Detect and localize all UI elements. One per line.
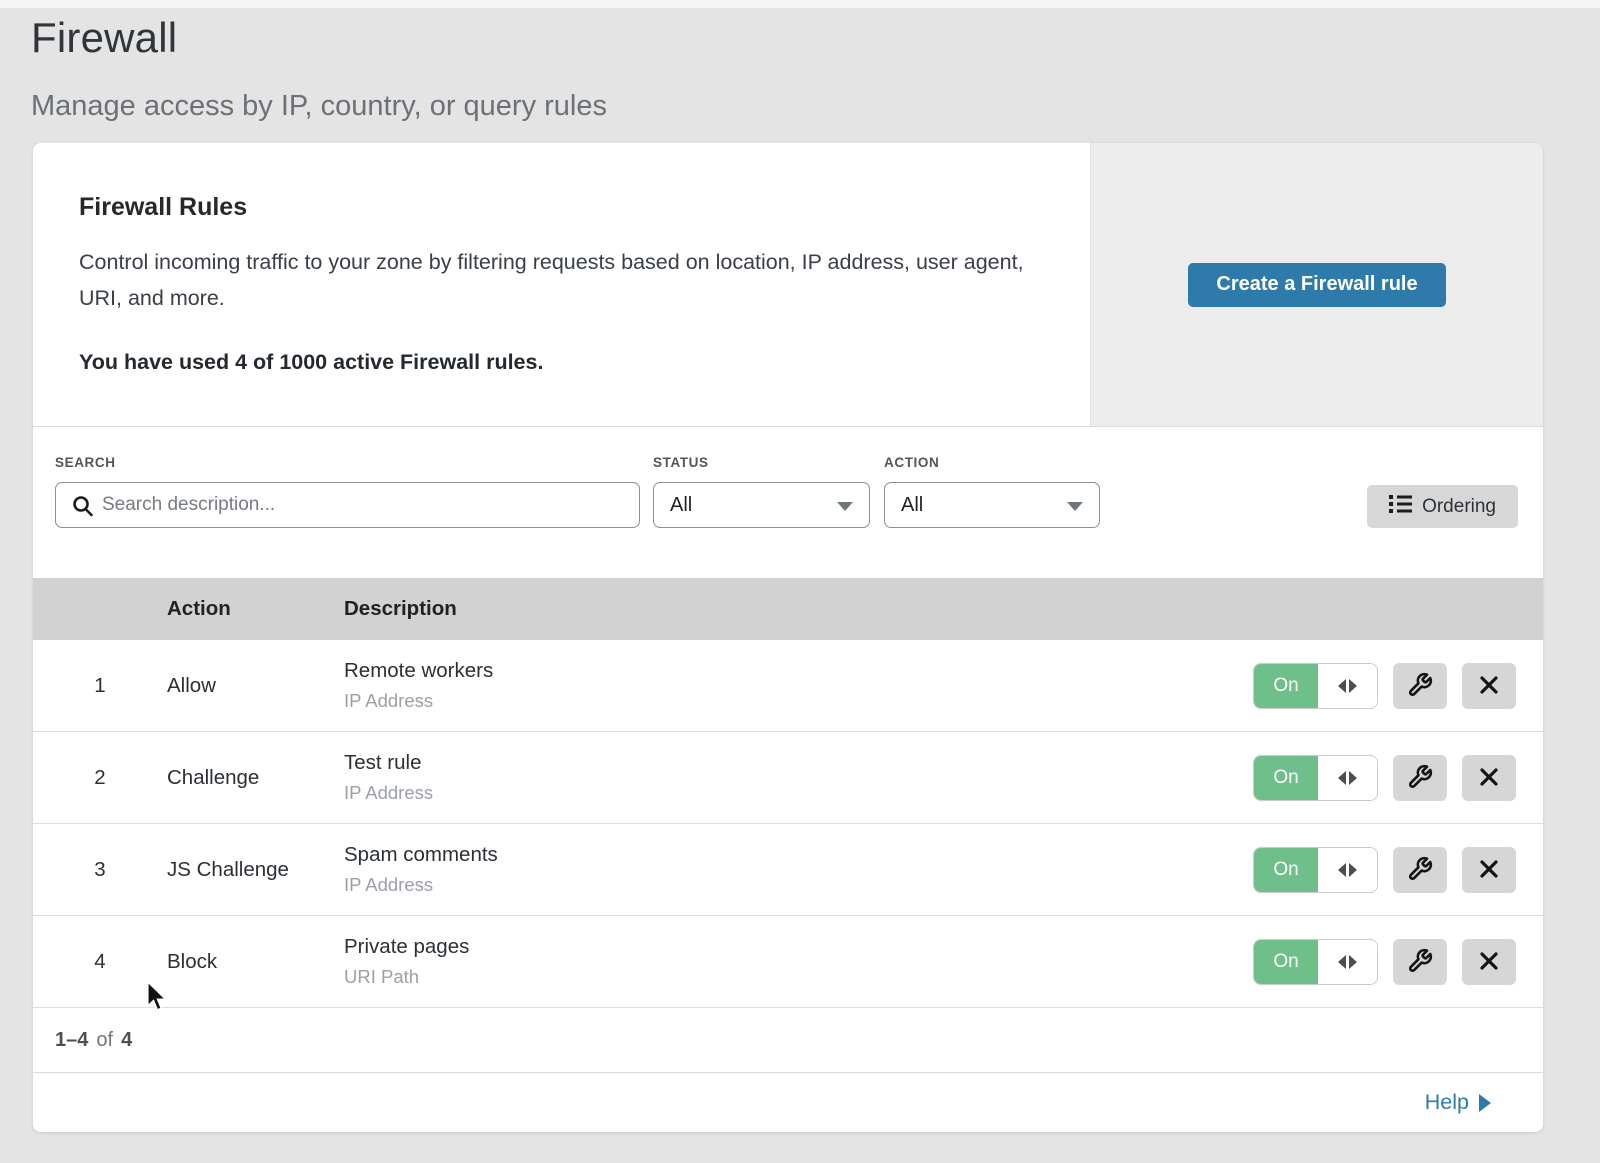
action-label: ACTION	[884, 455, 1100, 470]
wrench-icon	[1407, 764, 1433, 793]
pagination-of: of	[96, 1029, 113, 1052]
wrench-icon	[1407, 672, 1433, 701]
pagination-range: 1–4	[55, 1029, 88, 1052]
window-edge	[0, 0, 1600, 8]
page-title: Firewall	[31, 14, 1600, 62]
toggle-on-label: On	[1254, 664, 1318, 708]
toggle-on-label: On	[1254, 848, 1318, 892]
rule-priority: 3	[33, 858, 167, 882]
delete-rule-button[interactable]	[1462, 663, 1516, 709]
toggle-handle-icon[interactable]	[1318, 848, 1377, 892]
edit-rule-button[interactable]	[1393, 847, 1447, 893]
status-select[interactable]: All	[653, 482, 870, 528]
chevron-down-icon	[1067, 502, 1083, 511]
search-box[interactable]	[55, 482, 640, 528]
usage-summary: You have used 4 of 1000 active Firewall …	[79, 350, 1030, 375]
firewall-rules-panel: Firewall Rules Control incoming traffic …	[33, 143, 1543, 427]
help-link-label: Help	[1425, 1090, 1469, 1115]
panel-description-area: Firewall Rules Control incoming traffic …	[33, 143, 1090, 426]
close-icon	[1478, 858, 1500, 883]
toggle-on-label: On	[1254, 940, 1318, 984]
close-icon	[1478, 674, 1500, 699]
action-select[interactable]: All	[884, 482, 1100, 528]
create-firewall-rule-button[interactable]: Create a Firewall rule	[1188, 263, 1445, 307]
table-row: 1 Allow Remote workers IP Address On	[33, 640, 1543, 732]
wrench-icon	[1407, 856, 1433, 885]
edit-rule-button[interactable]	[1393, 755, 1447, 801]
triangle-right-icon	[1479, 1094, 1491, 1112]
column-header-description: Description	[344, 597, 457, 621]
search-label: SEARCH	[55, 455, 640, 470]
status-label: STATUS	[653, 455, 870, 470]
filter-bar: SEARCH STATUS All ACTION All	[33, 427, 1543, 578]
table-row: 4 Block Private pages URI Path On	[33, 916, 1543, 1008]
help-link[interactable]: Help	[1425, 1090, 1491, 1115]
card-footer: Help	[33, 1072, 1543, 1132]
firewall-rules-card: Firewall Rules Control incoming traffic …	[33, 143, 1543, 1132]
ordering-button-label: Ordering	[1422, 496, 1496, 518]
table-row: 3 JS Challenge Spam comments IP Address …	[33, 824, 1543, 916]
table-header: Action Description	[33, 578, 1543, 640]
pagination: 1–4 of 4	[33, 1008, 1543, 1072]
action-selected-value: All	[901, 494, 923, 517]
delete-rule-button[interactable]	[1462, 755, 1516, 801]
rule-priority: 1	[33, 674, 167, 698]
status-selected-value: All	[670, 494, 692, 517]
chevron-down-icon	[837, 502, 853, 511]
rule-action: Block	[167, 950, 344, 974]
rule-enabled-toggle[interactable]: On	[1253, 755, 1378, 801]
rule-priority: 2	[33, 766, 167, 790]
toggle-on-label: On	[1254, 756, 1318, 800]
search-icon	[71, 494, 95, 523]
rule-enabled-toggle[interactable]: On	[1253, 847, 1378, 893]
delete-rule-button[interactable]	[1462, 939, 1516, 985]
edit-rule-button[interactable]	[1393, 663, 1447, 709]
rule-enabled-toggle[interactable]: On	[1253, 663, 1378, 709]
toggle-handle-icon[interactable]	[1318, 940, 1377, 984]
ordering-button[interactable]: Ordering	[1367, 485, 1518, 528]
edit-rule-button[interactable]	[1393, 939, 1447, 985]
panel-description: Control incoming traffic to your zone by…	[79, 244, 1029, 316]
panel-action-area: Create a Firewall rule	[1090, 143, 1543, 426]
rule-priority: 4	[33, 950, 167, 974]
panel-heading: Firewall Rules	[79, 193, 1030, 222]
pagination-total: 4	[121, 1029, 132, 1052]
rule-enabled-toggle[interactable]: On	[1253, 939, 1378, 985]
ordered-list-icon	[1389, 494, 1412, 519]
close-icon	[1478, 950, 1500, 975]
column-header-action: Action	[167, 597, 344, 621]
table-row: 2 Challenge Test rule IP Address On	[33, 732, 1543, 824]
delete-rule-button[interactable]	[1462, 847, 1516, 893]
search-input[interactable]	[56, 483, 639, 527]
toggle-handle-icon[interactable]	[1318, 756, 1377, 800]
rule-action: JS Challenge	[167, 858, 344, 882]
rule-action: Allow	[167, 674, 344, 698]
wrench-icon	[1407, 948, 1433, 977]
page-header: Firewall Manage access by IP, country, o…	[0, 0, 1600, 123]
page-subtitle: Manage access by IP, country, or query r…	[31, 90, 1600, 123]
rule-action: Challenge	[167, 766, 344, 790]
toggle-handle-icon[interactable]	[1318, 664, 1377, 708]
close-icon	[1478, 766, 1500, 791]
